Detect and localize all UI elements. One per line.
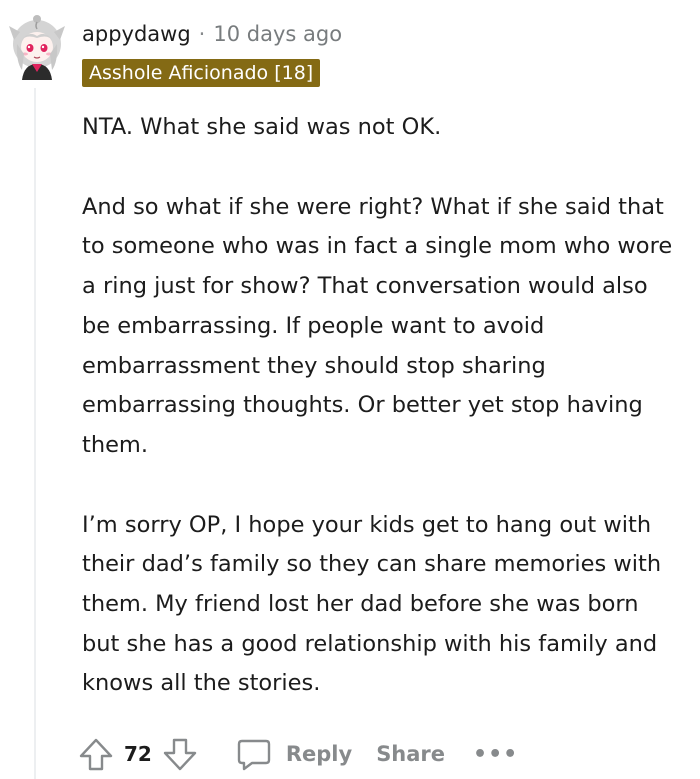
comment-bubble-icon (236, 736, 272, 772)
downvote-icon[interactable] (162, 736, 198, 772)
reply-button[interactable]: Reply (236, 736, 352, 772)
upvote-icon[interactable] (78, 736, 114, 772)
comment-paragraph: NTA. What she said was not OK. (82, 114, 442, 140)
comment-paragraph: I’m sorry OP, I hope your kids get to ha… (82, 511, 662, 697)
username-link[interactable]: appydawg (82, 22, 191, 46)
comment: appydawg · 10 days ago Asshole Aficionad… (0, 0, 700, 779)
more-options-icon[interactable]: ••• (473, 742, 518, 767)
timestamp[interactable]: 10 days ago (213, 22, 342, 46)
meta-separator: · (198, 22, 206, 46)
comment-actions: 72 Reply Share ••• (78, 734, 518, 774)
comment-paragraph: And so what if she were right? What if s… (82, 193, 673, 458)
thread-line[interactable] (34, 88, 36, 779)
comment-meta: appydawg · 10 days ago (82, 20, 342, 48)
reply-label: Reply (285, 742, 353, 766)
share-button[interactable]: Share (376, 742, 445, 766)
vote-score: 72 (124, 742, 152, 766)
avatar[interactable] (8, 14, 66, 80)
user-flair: Asshole Aficionado [18] (82, 59, 321, 87)
comment-body: NTA. What she said was not OK. And so wh… (82, 108, 682, 744)
